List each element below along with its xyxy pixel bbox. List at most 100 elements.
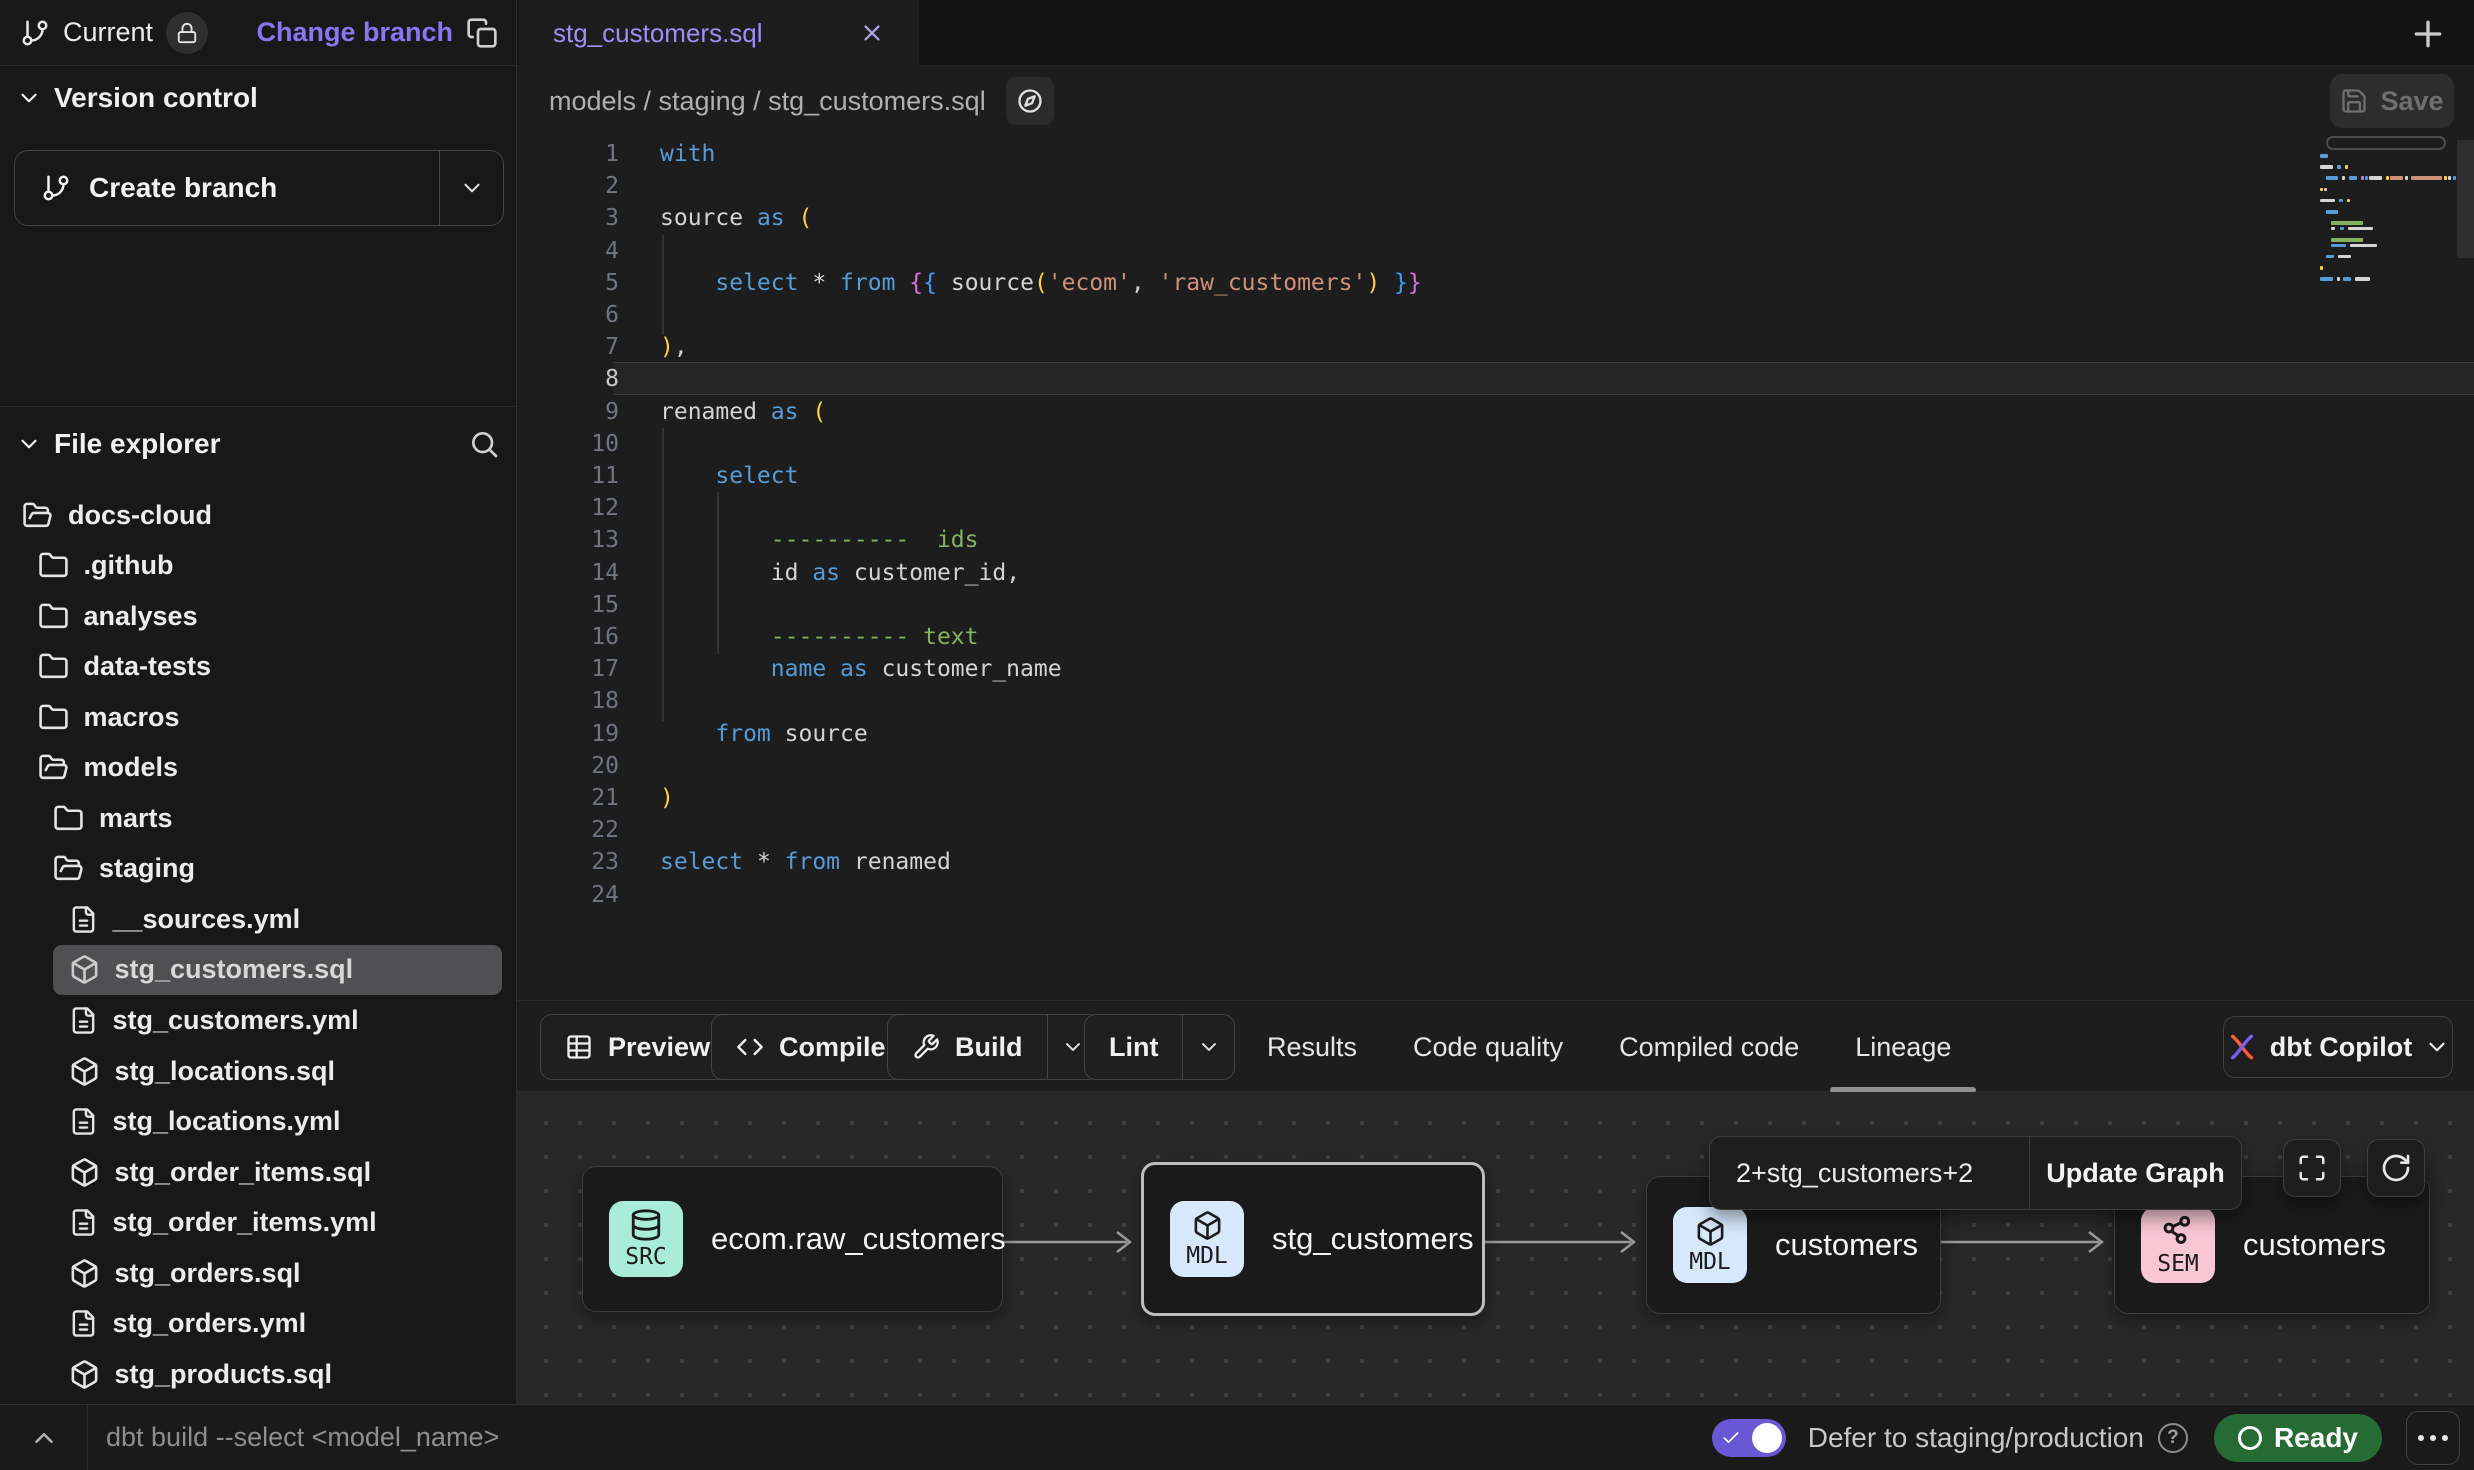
search-icon[interactable] [468,428,500,460]
dbt-copilot-button[interactable]: dbt Copilot [2223,1016,2453,1078]
line-number: 14 [537,557,619,589]
folder-open-icon [38,752,69,783]
code-line-17[interactable]: name as customer_name [660,653,1062,685]
file-tree-item-analyses[interactable]: analyses [22,591,503,641]
file-tree-item-stg-order-items-yml[interactable]: stg_order_items.yml [53,1198,503,1248]
chevron-down-icon [16,431,42,457]
file-tree-item-stg-order-items-sql[interactable]: stg_order_items.sql [53,1147,503,1197]
preview-button[interactable]: Preview [540,1014,735,1080]
copilot-compass-button[interactable] [1006,77,1054,125]
tab-stg-customers-sql[interactable]: stg_customers.sql [519,0,919,66]
code-line-11[interactable]: select [660,460,798,492]
change-branch-link[interactable]: Change branch [256,17,453,48]
save-button[interactable]: Save [2330,74,2454,128]
file-tree-item-marts[interactable]: marts [37,793,502,843]
version-control-header[interactable]: Version control [16,82,500,114]
file-tree-item-models[interactable]: models [22,743,503,793]
code-editor[interactable]: 123456789101112131415161718192021222324 … [517,136,2474,1000]
file-name: data-tests [84,651,212,682]
code-line-5[interactable]: select * from {{ source('ecom', 'raw_cus… [660,267,1422,299]
status-badge-ready[interactable]: Ready [2214,1414,2382,1462]
file-tree-item-macros[interactable]: macros [22,692,503,742]
file-tree-item--sources-yml[interactable]: __sources.yml [53,894,503,944]
file-name: docs-cloud [68,500,212,531]
chevron-down-icon [459,175,485,201]
panel-tab-code-quality[interactable]: Code quality [1413,1001,1563,1093]
fullscreen-button[interactable] [2283,1139,2341,1197]
cube-icon [1192,1210,1223,1241]
panel-tab-compiled-code[interactable]: Compiled code [1619,1001,1799,1093]
indent-guide [662,235,664,335]
file-tree-item-staging[interactable]: staging [37,844,502,894]
code-line-9[interactable]: renamed as ( [660,396,826,428]
file-tree-item-stg-customers-yml[interactable]: stg_customers.yml [53,996,503,1046]
file-tree-item--github[interactable]: .github [22,541,503,591]
graph-controls: 2+stg_customers+2 Update Graph [1709,1136,2242,1210]
minimap-viewport[interactable] [2326,136,2446,150]
button-label: Preview [608,1032,710,1063]
line-number: 23 [537,846,619,878]
table-icon [565,1033,593,1061]
file-tree-item-stg-orders-sql[interactable]: stg_orders.sql [53,1248,503,1298]
help-icon[interactable]: ? [2158,1423,2188,1453]
file-icon [69,1006,98,1035]
branch-bar: Current Change branch [0,0,516,66]
node-type-badge: SEM [2141,1207,2215,1283]
file-name: .github [84,550,174,581]
badge-label: MDL [1186,1243,1228,1269]
code-icon [736,1033,764,1061]
file-tree-item-data-tests[interactable]: data-tests [22,642,503,692]
code-line-1[interactable]: with [660,138,715,170]
command-input[interactable]: dbt build --select <model_name> [88,1422,1712,1453]
code-line-21[interactable]: ) [660,782,674,814]
dbt-copilot-label: dbt Copilot [2270,1032,2412,1063]
file-tree-item-stg-customers-sql[interactable]: stg_customers.sql [53,945,503,995]
compile-button[interactable]: Compile [711,1014,911,1080]
indent-guide [662,428,664,721]
panel-tab-results[interactable]: Results [1267,1001,1357,1093]
file-tree-item-stg-orders-yml[interactable]: stg_orders.yml [53,1299,503,1349]
current-line-highlight [613,362,2474,395]
lineage-selector-input[interactable]: 2+stg_customers+2 [1710,1137,2029,1209]
code-line-19[interactable]: from source [660,718,868,750]
line-number: 10 [537,428,619,460]
code-line-16[interactable]: ---------- text [660,621,979,653]
new-tab-button[interactable] [2408,14,2448,54]
node-label: stg_customers [1272,1221,1474,1257]
create-branch-dropdown[interactable] [439,151,503,225]
file-tree-item-stg-locations-yml[interactable]: stg_locations.yml [53,1097,503,1147]
lineage-node-ecom-raw-customers[interactable]: SRCecom.raw_customers [582,1166,1003,1312]
update-graph-button[interactable]: Update Graph [2029,1137,2241,1209]
lineage-node-stg-customers[interactable]: MDL stg_customers [1141,1162,1485,1316]
file-icon [69,1208,98,1237]
folder-icon [38,702,69,733]
build-button[interactable]: Build [887,1014,1100,1080]
create-branch-button[interactable]: Create branch [14,150,504,226]
panel-tab-lineage[interactable]: Lineage [1855,1001,1951,1093]
file-explorer-header[interactable]: File explorer [16,428,500,460]
code-line-7[interactable]: ), [660,331,688,363]
lint-button[interactable]: Lint [1084,1014,1235,1080]
more-options-button[interactable] [2406,1411,2460,1465]
refresh-graph-button[interactable] [2367,1139,2425,1197]
expand-command-bar-button[interactable] [0,1405,88,1470]
close-icon[interactable] [859,20,885,46]
file-tree-item-docs-cloud[interactable]: docs-cloud [6,490,502,540]
cube-icon [69,954,100,985]
code-line-13[interactable]: ---------- ids [660,524,979,556]
lint-dropdown[interactable] [1182,1015,1234,1079]
file-tree-item-stg-locations-sql[interactable]: stg_locations.sql [53,1046,503,1096]
copy-branch-button[interactable] [466,17,498,49]
breadcrumb: models / staging / stg_customers.sql [549,86,986,117]
code-line-3[interactable]: source as ( [660,202,812,234]
line-number: 1 [537,138,619,170]
file-icon [69,1309,98,1338]
defer-toggle[interactable] [1712,1419,1786,1457]
file-tree-item-stg-products-sql[interactable]: stg_products.sql [53,1349,503,1399]
file-name: stg_products.sql [115,1359,333,1390]
editor-scrollbar-thumb[interactable] [2457,140,2474,258]
current-branch-label: Current [63,17,153,48]
code-line-14[interactable]: id as customer_id, [660,557,1020,589]
code-line-23[interactable]: select * from renamed [660,846,951,878]
line-number: 19 [537,718,619,750]
